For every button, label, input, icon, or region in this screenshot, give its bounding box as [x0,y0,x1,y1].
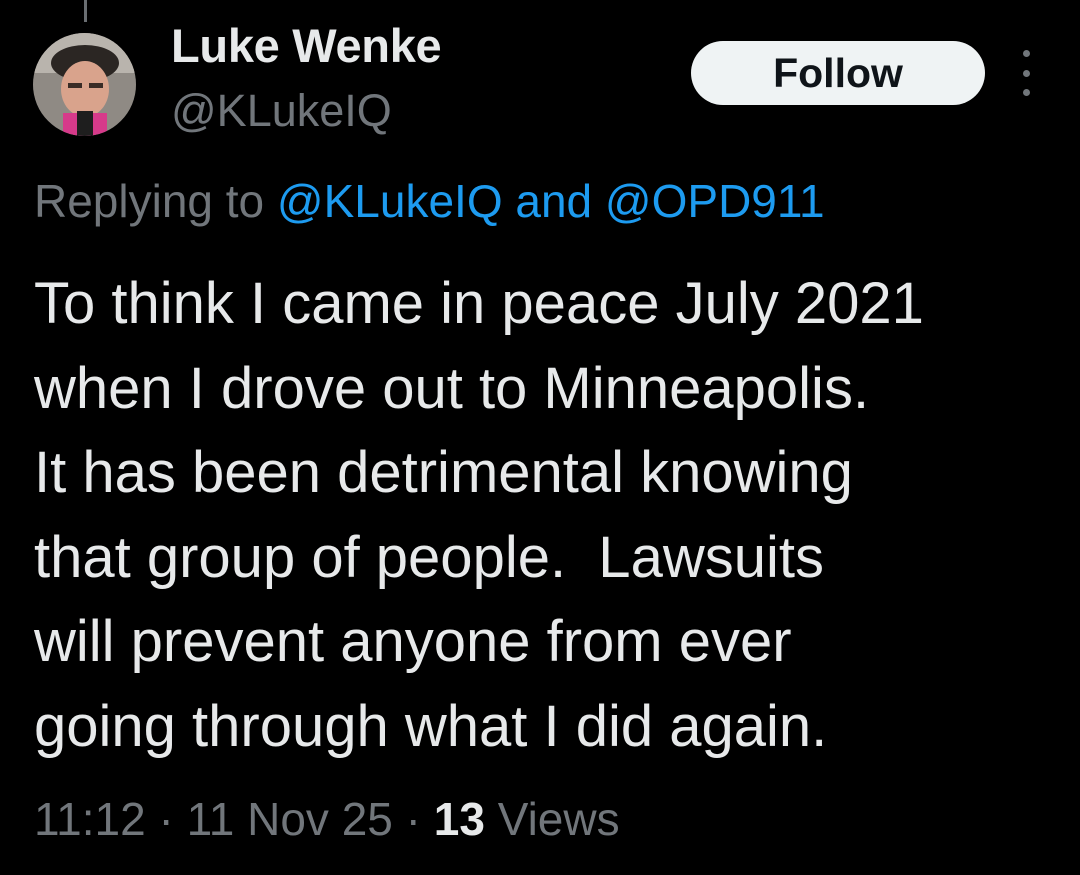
avatar-image [33,33,136,136]
more-dot [1022,69,1030,77]
tweet-date[interactable]: 11 Nov 25 [187,793,393,845]
more-options-icon[interactable] [1008,50,1044,96]
reply-prefix: Replying to [34,175,265,227]
tweet-meta: 11:12 · 11 Nov 25 · 13 Views [34,792,620,846]
reply-mention-link[interactable]: @OPD911 [605,175,825,227]
meta-separator: · [405,793,421,845]
tweet-time[interactable]: 11:12 [34,793,146,845]
meta-separator: · [158,793,174,845]
avatar[interactable] [33,33,136,136]
views-count: 13 [433,793,485,845]
thread-connector-line [84,0,87,22]
author-name[interactable]: Luke Wenke [171,18,442,73]
tweet-text: To think I came in peace July 2021 when … [34,271,924,759]
follow-button[interactable]: Follow [691,41,985,105]
views-label: Views [497,793,620,845]
author-handle[interactable]: @KLukeIQ [171,85,392,137]
more-dot [1022,50,1030,57]
more-dot [1022,89,1030,96]
reply-mention-link[interactable]: @KLukeIQ [277,175,503,227]
reply-connector: and [515,175,593,227]
reply-context: Replying to @KLukeIQ and @OPD911 [34,174,825,228]
